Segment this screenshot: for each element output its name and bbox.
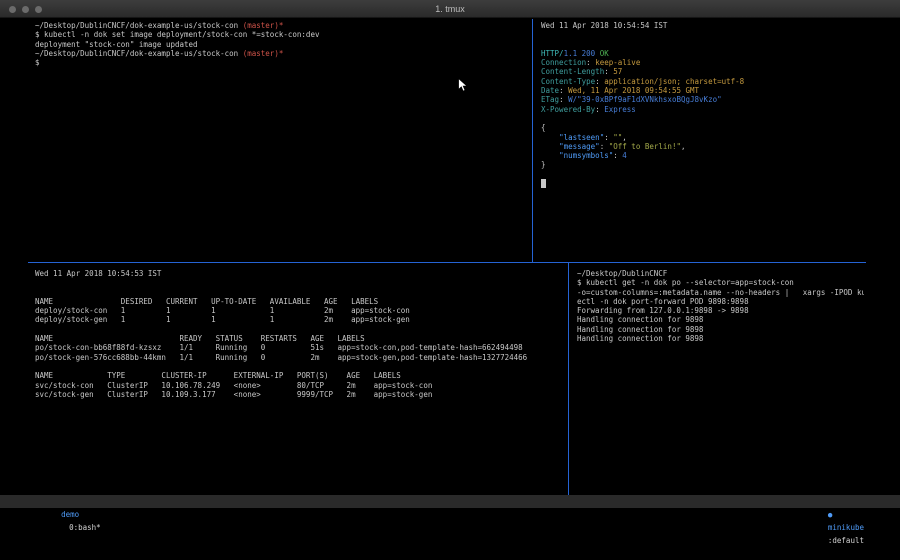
terminal-line: HTTP/1.1 200 OK — [541, 49, 862, 58]
terminal-line: $ kubectl -n dok set image deployment/st… — [35, 30, 530, 39]
zoom-button[interactable] — [35, 6, 42, 13]
terminal-line: Date: Wed, 11 Apr 2018 09:54:55 GMT — [541, 86, 862, 95]
terminal-line: -o=custom-columns=:metadata.name --no-he… — [577, 288, 862, 297]
terminal-line: svc/stock-con ClusterIP 10.106.78.249 <n… — [35, 381, 566, 390]
terminal-line: "numsymbols": 4 — [541, 151, 862, 160]
pane-top-right-http-response[interactable]: Wed 11 Apr 2018 10:54:54 IST HTTP/1.1 200… — [536, 18, 864, 262]
traffic-lights — [9, 6, 42, 13]
window-tab-bash[interactable]: 0:bash* — [69, 523, 101, 532]
close-button[interactable] — [9, 6, 16, 13]
mouse-cursor — [458, 78, 468, 92]
terminal-line: "lastseen": "", — [541, 133, 862, 142]
terminal-line: "message": "Off to Berlin!", — [541, 142, 862, 151]
terminal-line: ectl -n dok port-forward POD 9898:9898 — [577, 297, 862, 306]
terminal-line: Connection: keep-alive — [541, 58, 862, 67]
terminal-line: Wed 11 Apr 2018 10:54:53 IST — [35, 269, 566, 278]
terminal-line: Wed 11 Apr 2018 10:54:54 IST — [541, 21, 862, 30]
terminal-line: { — [541, 123, 862, 132]
tmux-status-bar: demo 0:bash* ● minikube :default — [0, 495, 900, 508]
terminal-line — [541, 170, 862, 179]
terminal-line: $ kubectl get -n dok po --selector=app=s… — [577, 278, 862, 287]
pane-border-horizontal[interactable] — [28, 262, 866, 263]
pane-top-left-shell[interactable]: ~/Desktop/DublinCNCF/dok-example-us/stoc… — [30, 18, 532, 262]
kube-namespace: :default — [828, 536, 864, 545]
window-titlebar: 1. tmux — [0, 0, 900, 18]
pane-border-vertical-top[interactable] — [532, 19, 533, 262]
terminal-line: } — [541, 160, 862, 169]
terminal-line — [541, 114, 862, 123]
terminal-line: $ — [35, 58, 530, 67]
terminal-line — [35, 278, 566, 287]
terminal-line: ~/Desktop/DublinCNCF/dok-example-us/stoc… — [35, 21, 530, 30]
terminal-line — [35, 288, 566, 297]
terminal-line: po/stock-gen-576cc688bb-44kmn 1/1 Runnin… — [35, 353, 566, 362]
terminal-line: ETag: W/"39-0xBPf9aF1dXVNkhsxoBQgJ8vKzo" — [541, 95, 862, 104]
terminal-line: ~/Desktop/DublinCNCF — [577, 269, 862, 278]
terminal-line: Forwarding from 127.0.0.1:9898 -> 9898 — [577, 306, 862, 315]
terminal-line: po/stock-con-bb68f88fd-kzsxz 1/1 Running… — [35, 343, 566, 352]
pane-border-vertical-bottom[interactable] — [568, 263, 569, 495]
terminal-line: X-Powered-By: Express — [541, 105, 862, 114]
terminal-line — [35, 325, 566, 334]
kubernetes-icon: ● — [828, 510, 833, 519]
terminal-line: Content-Type: application/json; charset=… — [541, 77, 862, 86]
terminal-line: deployment "stock-con" image updated — [35, 40, 530, 49]
window-title: 1. tmux — [0, 0, 900, 18]
pane-bottom-right-port-forward[interactable]: ~/Desktop/DublinCNCF$ kubectl get -n dok… — [572, 263, 864, 495]
status-right: ● minikube :default — [801, 495, 864, 508]
status-left: demo 0:bash* — [34, 495, 101, 508]
terminal-line: Handling connection for 9898 — [577, 334, 862, 343]
terminal-line — [541, 40, 862, 49]
terminal-line: deploy/stock-con 1 1 1 1 2m app=stock-co… — [35, 306, 566, 315]
terminal-line: NAME DESIRED CURRENT UP-TO-DATE AVAILABL… — [35, 297, 566, 306]
terminal-line: Handling connection for 9898 — [577, 315, 862, 324]
terminal-line: NAME TYPE CLUSTER-IP EXTERNAL-IP PORT(S)… — [35, 371, 566, 380]
terminal-line — [541, 30, 862, 39]
terminal-line: Content-Length: 57 — [541, 67, 862, 76]
minimize-button[interactable] — [22, 6, 29, 13]
pane-bottom-left-kubectl-watch[interactable]: Wed 11 Apr 2018 10:54:53 IST NAME DESIRED… — [30, 263, 568, 495]
terminal-line — [541, 179, 862, 188]
terminal-line: deploy/stock-gen 1 1 1 1 2m app=stock-ge… — [35, 315, 566, 324]
terminal-line: NAME READY STATUS RESTARTS AGE LABELS — [35, 334, 566, 343]
session-name: demo — [61, 510, 79, 519]
terminal-line — [35, 362, 566, 371]
terminal-line: ~/Desktop/DublinCNCF/dok-example-us/stoc… — [35, 49, 530, 58]
terminal-line: Handling connection for 9898 — [577, 325, 862, 334]
kube-context: minikube — [828, 523, 864, 532]
terminal-line: svc/stock-gen ClusterIP 10.109.3.177 <no… — [35, 390, 566, 399]
